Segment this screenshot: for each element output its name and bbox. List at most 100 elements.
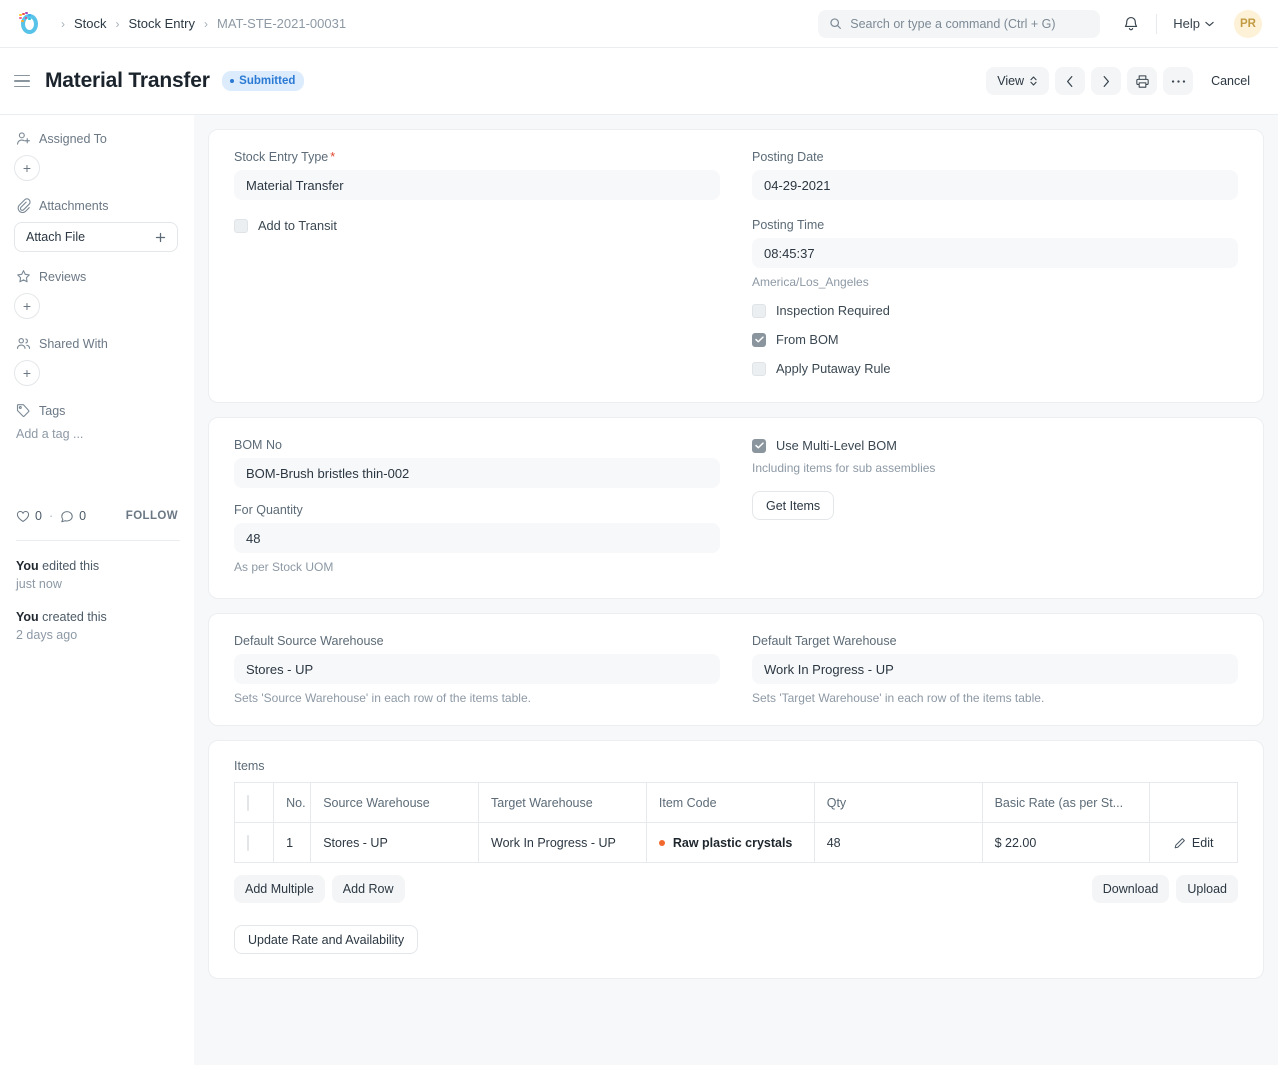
comment-stat[interactable]: 0 (60, 509, 86, 523)
sidebar-section-attachments: Attachments Attach File (14, 198, 178, 252)
frappe-logo[interactable] (18, 12, 42, 36)
column-right: Use Multi-Level BOM Including items for … (752, 438, 1238, 574)
stock-entry-type-input[interactable]: Material Transfer (234, 170, 720, 200)
field-stock-entry-type: Stock Entry Type* Material Transfer (234, 150, 720, 200)
for-quantity-input[interactable]: 48 (234, 523, 720, 553)
default-target-warehouse-input[interactable]: Work In Progress - UP (752, 654, 1238, 684)
cell-source-warehouse[interactable]: Stores - UP (311, 823, 479, 863)
add-to-transit-checkbox[interactable] (234, 219, 248, 233)
from-bom-checkbox[interactable] (752, 333, 766, 347)
edit-row-button[interactable]: Edit (1150, 836, 1237, 850)
field-posting-date: Posting Date 04-29-2021 (752, 150, 1238, 200)
pencil-icon (1174, 837, 1186, 849)
previous-document-button[interactable] (1055, 67, 1085, 95)
sidebar-section-assigned-to: Assigned To + (14, 131, 178, 181)
column-header-source-warehouse[interactable]: Source Warehouse (311, 783, 479, 823)
cancel-button[interactable]: Cancel (1199, 67, 1262, 95)
add-tag-input[interactable]: Add a tag ... (14, 427, 178, 441)
field-bom-no: BOM No BOM-Brush bristles thin-002 (234, 438, 720, 488)
attachments-header: Attachments (14, 198, 178, 213)
posting-date-input[interactable]: 04-29-2021 (752, 170, 1238, 200)
activity-time: just now (16, 577, 62, 591)
use-multi-level-bom-label: Use Multi-Level BOM (776, 438, 897, 453)
search-input[interactable]: Search or type a command (Ctrl + G) (818, 10, 1100, 38)
row-checkbox[interactable] (247, 835, 249, 851)
field-use-multi-level-bom[interactable]: Use Multi-Level BOM (752, 438, 1238, 453)
status-badge-label: Submitted (239, 75, 295, 87)
notifications-button[interactable] (1114, 9, 1148, 39)
bell-icon (1123, 15, 1139, 32)
star-icon (16, 269, 31, 284)
attachments-label: Attachments (39, 199, 108, 213)
column-header-target-warehouse[interactable]: Target Warehouse (479, 783, 647, 823)
navbar-divider (1156, 14, 1157, 34)
posting-date-label: Posting Date (752, 150, 1238, 164)
field-add-to-transit[interactable]: Add to Transit (234, 218, 720, 233)
cell-edit[interactable]: Edit (1150, 823, 1238, 863)
comment-icon (60, 510, 74, 523)
multi-level-bom-hint: Including items for sub assemblies (752, 461, 1238, 475)
add-row-button[interactable]: Add Row (332, 875, 405, 903)
inspection-required-checkbox[interactable] (752, 304, 766, 318)
add-share-button[interactable]: + (14, 360, 40, 386)
next-document-button[interactable] (1091, 67, 1121, 95)
cell-target-warehouse[interactable]: Work In Progress - UP (479, 823, 647, 863)
column-header-qty[interactable]: Qty (814, 783, 982, 823)
bom-no-input[interactable]: BOM-Brush bristles thin-002 (234, 458, 720, 488)
attach-file-button[interactable]: Attach File (14, 222, 178, 252)
avatar[interactable]: PR (1234, 10, 1262, 38)
page-title: Material Transfer (45, 69, 210, 93)
apply-putaway-rule-checkbox[interactable] (752, 362, 766, 376)
row-select-cell (235, 823, 274, 863)
cell-basic-rate[interactable]: $ 22.00 (982, 823, 1150, 863)
status-badge: Submitted (222, 71, 305, 91)
chevron-left-icon (1066, 75, 1074, 88)
sidebar-divider (16, 540, 180, 541)
follow-button[interactable]: FOLLOW (126, 510, 178, 522)
view-switcher-button[interactable]: View (986, 67, 1049, 95)
item-status-dot-icon (659, 840, 665, 846)
field-posting-time: Posting Time 08:45:37 America/Los_Angele… (752, 218, 1238, 289)
update-rate-wrapper: Update Rate and Availability (234, 925, 1238, 954)
column-header-no[interactable]: No. (274, 783, 311, 823)
get-items-button[interactable]: Get Items (752, 491, 834, 520)
field-default-source-warehouse: Default Source Warehouse Stores - UP Set… (234, 634, 720, 705)
more-actions-button[interactable] (1163, 67, 1193, 95)
field-from-bom[interactable]: From BOM (752, 332, 1238, 347)
select-all-checkbox[interactable] (247, 795, 249, 811)
add-assignment-button[interactable]: + (14, 155, 40, 181)
download-button[interactable]: Download (1092, 875, 1170, 903)
help-label: Help (1173, 16, 1200, 31)
plus-icon (155, 232, 166, 243)
default-source-warehouse-hint: Sets 'Source Warehouse' in each row of t… (234, 691, 720, 705)
default-source-warehouse-input[interactable]: Stores - UP (234, 654, 720, 684)
use-multi-level-bom-checkbox[interactable] (752, 439, 766, 453)
help-menu-button[interactable]: Help (1165, 12, 1222, 35)
stock-entry-type-label: Stock Entry Type* (234, 150, 720, 164)
activity-action: created this (39, 610, 107, 624)
items-table-actions: Add Multiple Add Row Download Upload (234, 875, 1238, 903)
shared-with-label: Shared With (39, 337, 108, 351)
breadcrumb-item-stock-entry[interactable]: Stock Entry (129, 16, 195, 31)
engagement-stats: 0 · 0 FOLLOW (14, 509, 178, 523)
column-header-item-code[interactable]: Item Code (646, 783, 814, 823)
section-stock-entry-details: Stock Entry Type* Material Transfer Add … (208, 129, 1264, 403)
page-actions: View (986, 67, 1262, 95)
breadcrumb-item-current: MAT-STE-2021-00031 (217, 16, 346, 31)
posting-time-input[interactable]: 08:45:37 (752, 238, 1238, 268)
upload-button[interactable]: Upload (1176, 875, 1238, 903)
add-review-button[interactable]: + (14, 293, 40, 319)
column-header-basic-rate[interactable]: Basic Rate (as per St... (982, 783, 1150, 823)
add-multiple-button[interactable]: Add Multiple (234, 875, 325, 903)
cell-item-code[interactable]: Raw plastic crystals (646, 823, 814, 863)
sidebar-toggle-icon[interactable] (14, 70, 36, 92)
breadcrumb-item-stock[interactable]: Stock (74, 16, 107, 31)
like-stat[interactable]: 0 (16, 509, 42, 523)
update-rate-and-availability-button[interactable]: Update Rate and Availability (234, 925, 418, 954)
field-inspection-required[interactable]: Inspection Required (752, 303, 1238, 318)
cell-qty[interactable]: 48 (814, 823, 982, 863)
print-button[interactable] (1127, 67, 1157, 95)
field-apply-putaway-rule[interactable]: Apply Putaway Rule (752, 361, 1238, 376)
app-root: › Stock › Stock Entry › MAT-STE-2021-000… (0, 0, 1278, 1065)
table-row[interactable]: 1 Stores - UP Work In Progress - UP Raw … (235, 823, 1238, 863)
